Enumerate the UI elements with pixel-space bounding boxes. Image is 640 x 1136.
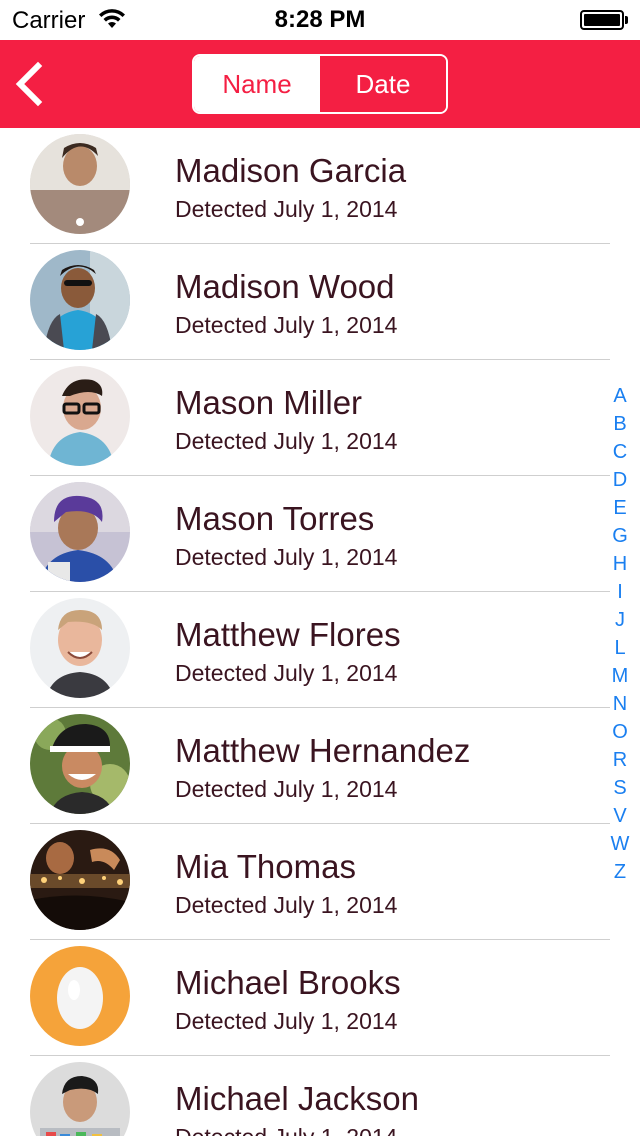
sort-segmented-control: Name Date xyxy=(192,54,448,114)
avatar xyxy=(30,946,130,1046)
index-letter-n[interactable]: N xyxy=(613,690,627,718)
nav-bar: Name Date xyxy=(0,40,640,128)
index-letter-b[interactable]: B xyxy=(613,410,626,438)
status-bar: Carrier 8:28 PM xyxy=(0,0,640,40)
list-item[interactable]: Michael Brooks Detected July 1, 2014 xyxy=(0,940,640,1056)
index-letter-j[interactable]: J xyxy=(615,606,625,634)
list-item[interactable]: Madison Wood Detected July 1, 2014 xyxy=(0,244,640,360)
index-letter-h[interactable]: H xyxy=(613,550,627,578)
avatar xyxy=(30,366,130,466)
contact-name: Michael Jackson xyxy=(175,1080,419,1117)
detected-date: Detected July 1, 2014 xyxy=(175,312,398,338)
list-item[interactable]: Mia Thomas Detected July 1, 2014 xyxy=(0,824,640,940)
index-letter-z[interactable]: Z xyxy=(614,858,626,886)
segment-name[interactable]: Name xyxy=(194,56,320,112)
avatar xyxy=(30,250,130,350)
list-item[interactable]: Mason Miller Detected July 1, 2014 xyxy=(0,360,640,476)
index-letter-i[interactable]: I xyxy=(617,578,623,606)
back-button[interactable] xyxy=(10,60,54,108)
index-letter-s[interactable]: S xyxy=(613,774,626,802)
index-letter-m[interactable]: M xyxy=(612,662,629,690)
contact-name: Mason Torres xyxy=(175,500,375,537)
segment-date[interactable]: Date xyxy=(320,56,446,112)
detected-date: Detected July 1, 2014 xyxy=(175,892,398,918)
detected-date: Detected July 1, 2014 xyxy=(175,1008,398,1034)
contact-name: Mia Thomas xyxy=(175,848,356,885)
detected-date: Detected July 1, 2014 xyxy=(175,428,398,454)
chevron-left-icon xyxy=(15,61,43,107)
index-letter-w[interactable]: W xyxy=(611,830,630,858)
detected-date: Detected July 1, 2014 xyxy=(175,1124,397,1136)
avatar xyxy=(30,714,130,814)
avatar xyxy=(30,482,130,582)
contact-list: Madison Garcia Detected July 1, 2014 Mad… xyxy=(0,128,640,1136)
clock: 8:28 PM xyxy=(274,6,366,33)
avatar xyxy=(30,1062,130,1136)
contact-name: Madison Garcia xyxy=(175,152,407,189)
detected-date: Detected July 1, 2014 xyxy=(175,196,398,222)
index-letter-d[interactable]: D xyxy=(613,466,627,494)
list-item[interactable]: Mason Torres Detected July 1, 2014 xyxy=(0,476,640,592)
avatar xyxy=(30,134,130,234)
list-item[interactable]: Madison Garcia Detected July 1, 2014 xyxy=(0,128,640,244)
index-letter-e[interactable]: E xyxy=(613,494,626,522)
index-letter-c[interactable]: C xyxy=(613,438,627,466)
index-letter-a[interactable]: A xyxy=(613,382,626,410)
index-letter-o[interactable]: O xyxy=(612,718,628,746)
contact-name: Michael Brooks xyxy=(175,964,401,1001)
contact-name: Matthew Hernandez xyxy=(175,732,471,769)
battery-icon xyxy=(580,10,628,32)
list-item[interactable]: Matthew Hernandez Detected July 1, 2014 xyxy=(0,708,640,824)
index-letter-r[interactable]: R xyxy=(613,746,627,774)
detected-date: Detected July 1, 2014 xyxy=(175,660,398,686)
index-letter-g[interactable]: G xyxy=(612,522,628,550)
detected-date: Detected July 1, 2014 xyxy=(175,776,398,802)
contact-name: Matthew Flores xyxy=(175,616,401,653)
avatar xyxy=(30,830,130,930)
list-item[interactable]: Matthew Flores Detected July 1, 2014 xyxy=(0,592,640,708)
detected-date: Detected July 1, 2014 xyxy=(175,544,398,570)
list-item[interactable]: Michael Jackson Detected July 1, 2014 xyxy=(0,1056,640,1136)
section-index: A B C D E G H I J L M N O R S V W Z xyxy=(604,382,636,886)
index-letter-l[interactable]: L xyxy=(614,634,625,662)
avatar xyxy=(30,598,130,698)
contact-name: Mason Miller xyxy=(175,384,363,421)
index-letter-v[interactable]: V xyxy=(613,802,626,830)
contact-name: Madison Wood xyxy=(175,268,395,305)
